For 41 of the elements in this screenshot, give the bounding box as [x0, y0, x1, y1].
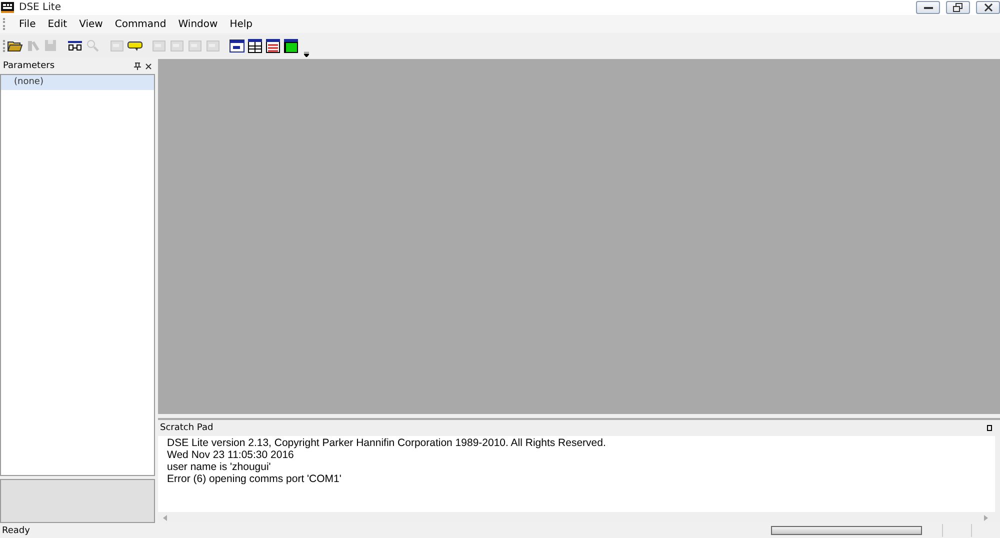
- minimize-icon: [924, 6, 932, 9]
- log-line: user name is 'zhougui': [167, 461, 272, 473]
- window-icon: [169, 38, 185, 54]
- minimize-button[interactable]: [916, 1, 940, 14]
- toolbar-button[interactable]: [265, 37, 281, 55]
- menu-item[interactable]: View: [79, 18, 103, 30]
- menu-item[interactable]: Command: [114, 18, 166, 30]
- restore-button[interactable]: [946, 1, 970, 14]
- menu-item[interactable]: File: [19, 18, 36, 30]
- log-line: Error (6) opening comms port 'COM1': [167, 473, 342, 485]
- search-icon: [85, 38, 101, 54]
- panel-title: Scratch Pad: [160, 423, 214, 433]
- tool-icon: [25, 38, 41, 54]
- close-icon: [984, 3, 992, 12]
- pin-icon[interactable]: [987, 425, 992, 431]
- save-icon: [43, 38, 59, 54]
- window-icon: [205, 38, 221, 54]
- toolbar-button[interactable]: [283, 37, 299, 55]
- display-window-icon: [283, 38, 299, 54]
- log-line: Wed Nov 23 11:05:30 2016: [167, 449, 295, 461]
- toolbar-button[interactable]: [229, 37, 245, 55]
- close-icon[interactable]: [145, 62, 152, 70]
- window-icon: [109, 38, 125, 54]
- table-icon: [247, 38, 263, 54]
- window-icon: [187, 38, 203, 54]
- list-item[interactable]: (none): [1, 75, 154, 90]
- chart-window-icon: [265, 38, 281, 54]
- window-title: DSE Lite: [19, 2, 61, 13]
- window-icon: [151, 38, 167, 54]
- menu-item[interactable]: Edit: [48, 18, 68, 30]
- menu-item[interactable]: Window: [178, 18, 218, 30]
- close-button[interactable]: [976, 1, 1000, 14]
- overflow-icon[interactable]: [304, 52, 309, 57]
- menu-item[interactable]: Help: [230, 18, 252, 30]
- restore-icon: [953, 3, 963, 12]
- pin-icon[interactable]: [134, 62, 141, 70]
- status-text: Ready: [2, 526, 30, 536]
- panel-icon: [229, 38, 245, 54]
- log-line: DSE Lite version 2.13, Copyright Parker Hannifin Corporation 1989-2010. All Rights Reserved.: [167, 437, 607, 449]
- panel-title: Parameters: [3, 61, 56, 71]
- toolbar-button[interactable]: [247, 37, 263, 55]
